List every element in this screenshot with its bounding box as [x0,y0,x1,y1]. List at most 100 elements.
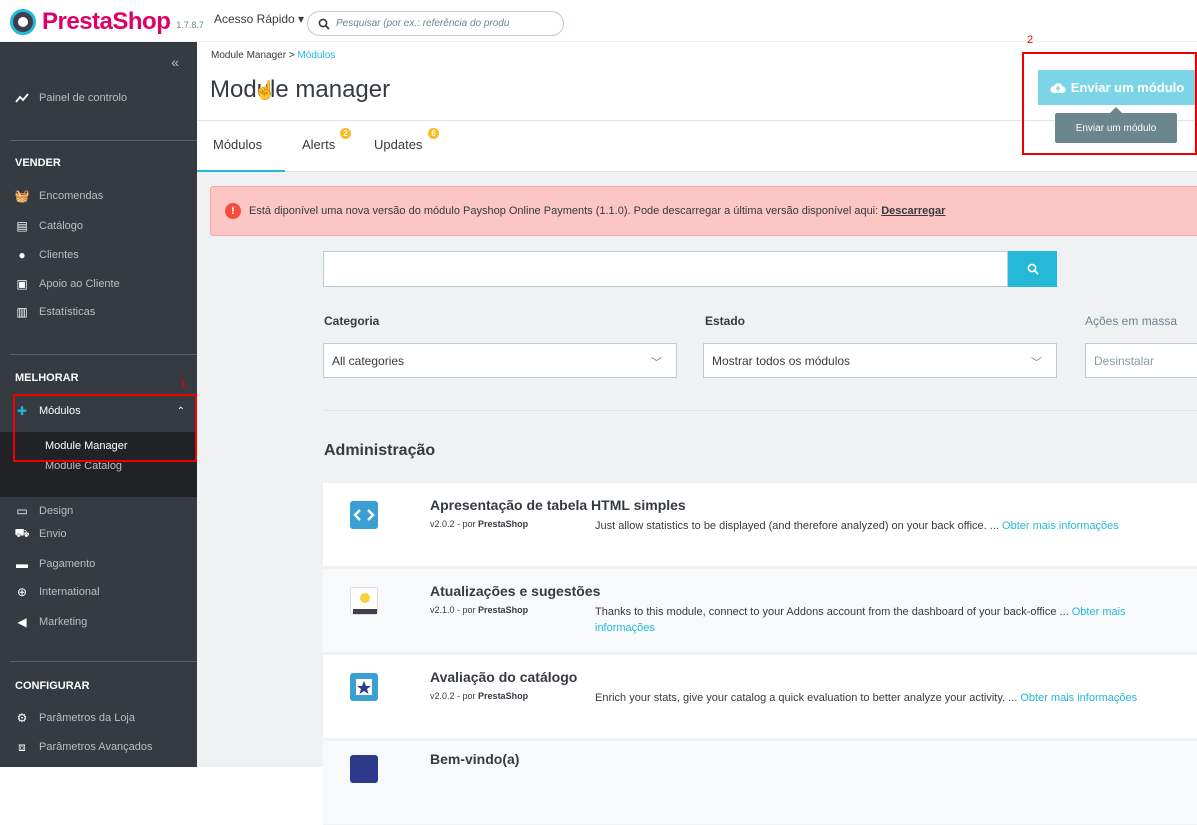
module-row[interactable]: Atualizações e sugestões v2.1.0 - por Pr… [323,569,1197,653]
status-select[interactable]: Mostrar todos os módulos ﹀ [703,343,1057,378]
annotation-2: 2 [1027,34,1034,46]
category-select[interactable]: All categories ﹀ [323,343,677,378]
update-alert: ! Está diponível uma nova versão do módu… [210,186,1197,236]
sidebar-item-label: International [39,586,100,598]
module-search-input[interactable] [323,251,1008,287]
sidebar-item-label: Marketing [39,616,88,628]
sidebar-item-payment[interactable]: ▬ Pagamento [0,553,197,575]
search-input[interactable]: Pesquisar (por ex.: referência do produ [307,11,564,36]
tab-modules[interactable]: Módulos [213,137,262,152]
module-manager-content: ! Está diponível uma nova versão do módu… [197,172,1197,825]
status-filter-label: Estado [705,314,746,328]
megaphone-icon: ◀ [17,615,27,629]
category-select-value: All categories [332,353,405,368]
category-filter-label: Categoria [324,314,380,328]
divider [10,661,197,662]
truck-icon: ⛟ [14,526,30,540]
search-placeholder: Pesquisar (por ex.: referência do produ [336,18,510,29]
sidebar-item-label: Estatísticas [39,306,96,318]
sidebar-item-dashboard[interactable]: Painel de controlo [0,87,197,109]
breadcrumb: Module Manager > Módulos [211,50,335,61]
welcome-icon [350,755,378,783]
code-icon [350,501,378,529]
bar-chart-icon: ▥ [16,305,28,319]
module-description: Enrich your stats, give your catalog a q… [595,692,1138,704]
gear-icon: ⚙ [16,711,28,725]
sidebar-item-customer-service[interactable]: ▣ Apoio ao Cliente [0,273,197,295]
top-bar: PrestaShop 1.7.8.7 Acesso Rápido ▾ Pesqu… [0,0,1197,42]
mouse-cursor-icon: ☝ [254,80,277,100]
sidebar-item-label: Pagamento [39,558,96,570]
sidebar-item-advanced-parameters[interactable]: ⧈ Parâmetros Avançados [0,736,197,758]
module-version: v2.0.2 - por PrestaShop [430,519,529,529]
tab-alerts[interactable]: Alerts [302,137,335,152]
sidebar-item-stats[interactable]: ▥ Estatísticas [0,301,197,323]
alert-text: Está diponível uma nova versão do módulo… [249,205,879,217]
collapse-sidebar-icon[interactable]: « [171,54,179,70]
sidebar-item-label: Design [39,505,74,517]
module-row[interactable]: Bem-vindo(a) [323,741,1197,825]
section-sell: VENDER [15,157,61,169]
module-name: Avaliação do catálogo [430,669,578,685]
module-search-button[interactable] [1008,251,1057,287]
sidebar-item-label: Clientes [39,249,79,261]
chat-icon: ▣ [16,277,28,291]
status-select-value: Mostrar todos os módulos [712,353,851,368]
sidebar-item-customers[interactable]: ● Clientes [0,244,197,266]
sidebar-item-orders[interactable]: 🧺 Encomendas [0,185,197,207]
settings-box-icon: ⧈ [18,739,26,754]
logo-text: PrestaShop [42,8,171,35]
sidebar-item-marketing[interactable]: ◀ Marketing [0,611,197,633]
store-icon: ▤ [16,219,28,233]
prestashop-logo-icon [10,9,36,35]
sidebar-item-international[interactable]: ⊕ International [0,581,197,603]
tab-updates[interactable]: Updates [374,137,422,152]
credit-card-icon: ▬ [16,557,28,571]
lightbulb-icon [350,587,378,615]
breadcrumb-separator: > [288,50,295,61]
sidebar-item-label: Encomendas [39,190,104,202]
divider [323,410,1197,411]
quick-access-dropdown[interactable]: Acesso Rápido ▾ [214,12,304,26]
module-row[interactable]: Apresentação de tabela HTML simples v2.0… [323,483,1197,567]
alerts-count-badge: 2 [340,128,351,139]
sidebar-item-label: Parâmetros da Loja [39,712,135,724]
module-version: v2.0.2 - por PrestaShop [430,691,529,701]
sidebar-item-catalog[interactable]: ▤ Catálogo [0,215,197,237]
search-icon [318,18,330,30]
more-info-link[interactable]: Obter mais informações [1002,520,1119,532]
sidebar-item-label: Painel de controlo [39,92,128,104]
prestashop-logo[interactable]: PrestaShop 1.7.8.7 [10,8,204,36]
bulk-actions-value: Desinstalar [1094,353,1155,368]
globe-icon: ⊕ [16,585,28,599]
bulk-actions-label: Ações em massa [1085,314,1178,328]
module-description: Thanks to this module, connect to your A… [595,606,1126,634]
module-name: Bem-vindo(a) [430,751,520,767]
chevron-down-icon: ﹀ [1031,357,1042,369]
page-title: Module manager [210,76,391,103]
module-name: Apresentação de tabela HTML simples [430,497,686,513]
sidebar-item-label: Envio [39,528,67,540]
section-improve: MELHORAR [15,372,79,384]
annotation-1: 1 [180,378,187,390]
more-info-link[interactable]: Obter mais informações [1020,692,1137,704]
module-name: Atualizações e sugestões [430,583,601,599]
trending-up-icon [15,91,29,105]
annotation-box-1 [13,394,197,462]
monitor-icon: ▭ [16,504,28,518]
breadcrumb-current[interactable]: Módulos [297,50,335,61]
divider [10,140,197,141]
account-circle-icon: ● [18,248,26,262]
sidebar-item-shipping[interactable]: ⛟ Envio [0,523,197,545]
module-description: Just allow statistics to be displayed (a… [595,520,1119,532]
shopping-basket-icon: 🧺 [14,189,30,203]
sidebar-item-shop-parameters[interactable]: ⚙ Parâmetros da Loja [0,707,197,729]
chevron-down-icon: ﹀ [651,357,662,369]
sidebar-item-design[interactable]: ▭ Design [0,500,197,522]
download-link[interactable]: Descarregar [881,205,945,217]
sidebar-item-label: Apoio ao Cliente [39,278,120,290]
bulk-actions-select[interactable]: Desinstalar [1085,343,1197,378]
section-title: Administração [324,442,436,459]
module-row[interactable]: Avaliação do catálogo v2.0.2 - por Prest… [323,655,1197,739]
breadcrumb-parent[interactable]: Module Manager [211,50,286,61]
